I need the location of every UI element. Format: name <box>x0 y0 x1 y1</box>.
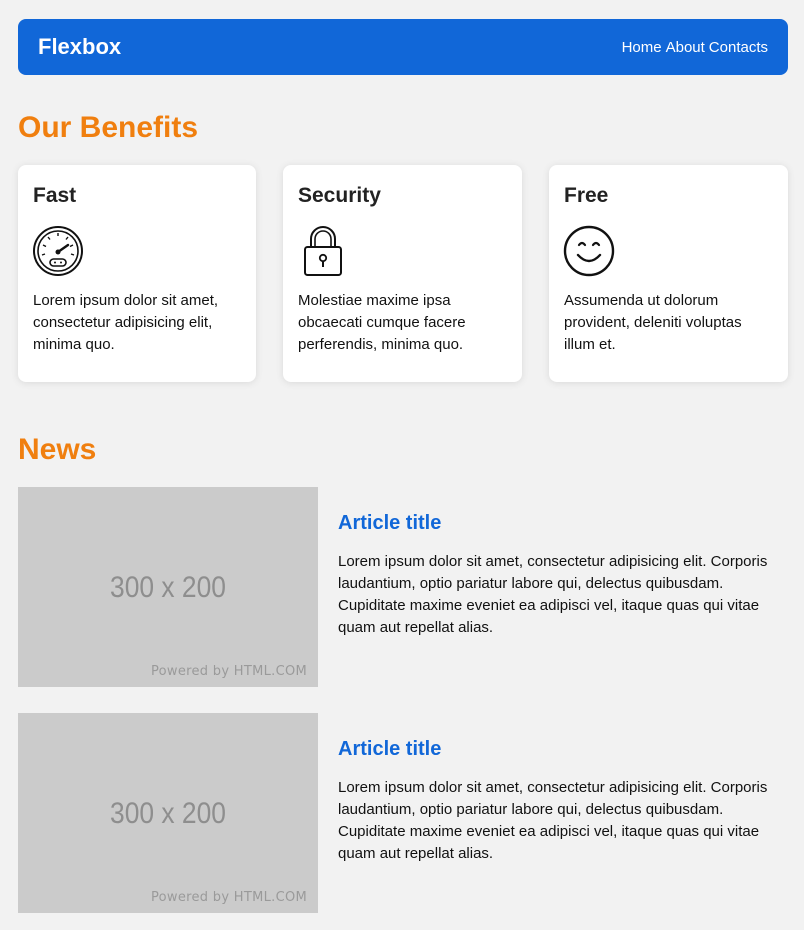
padlock-icon <box>304 226 342 276</box>
smiley-icon <box>563 225 615 277</box>
page: Flexbox Home About Contacts Our Benefits… <box>0 0 804 930</box>
image-placeholder-size: 300 x 200 <box>110 797 226 830</box>
benefit-card-text: Assumenda ut dolorum provident, deleniti… <box>564 292 742 353</box>
nav-contacts-link[interactable]: Contacts <box>709 39 768 56</box>
main-nav: Home About Contacts <box>622 39 768 56</box>
article-body: Article title Lorem ipsum dolor sit amet… <box>338 511 778 639</box>
article-text: Lorem ipsum dolor sit amet, consectetur … <box>338 553 768 636</box>
benefit-card-text: Lorem ipsum dolor sit amet, consectetur … <box>33 292 219 353</box>
benefit-card-fast: Fast Lorem ipsum dolor sit amet, consect… <box>18 165 256 382</box>
news-title: News <box>18 433 97 466</box>
site-header: Flexbox Home About Contacts <box>18 19 788 75</box>
benefit-card-title: Fast <box>33 184 77 207</box>
benefit-card-security: Security Molestiae maxime ipsa obcaecati… <box>283 165 522 382</box>
benefit-card-title: Free <box>564 184 609 207</box>
article-image[interactable]: 300 x 200 Powered by HTML.COM <box>18 487 318 687</box>
image-credit: Powered by HTML.COM <box>150 890 307 905</box>
benefits-title: Our Benefits <box>18 111 199 144</box>
article-body: Article title Lorem ipsum dolor sit amet… <box>338 737 778 865</box>
article-title[interactable]: Article title <box>338 511 778 535</box>
article-title[interactable]: Article title <box>338 737 778 761</box>
benefit-card-title: Security <box>298 184 381 207</box>
speedometer-icon <box>33 226 83 276</box>
benefit-card-text: Molestiae maxime ipsa obcaecati cumque f… <box>298 292 466 353</box>
article-text: Lorem ipsum dolor sit amet, consectetur … <box>338 779 768 862</box>
image-credit: Powered by HTML.COM <box>150 664 307 679</box>
benefit-card-free: Free Assumenda ut dolorum provident, del… <box>549 165 788 382</box>
nav-about-link[interactable]: About <box>666 39 705 56</box>
logo[interactable]: Flexbox <box>38 34 121 60</box>
article-image[interactable]: 300 x 200 Powered by HTML.COM <box>18 713 318 913</box>
nav-home-link[interactable]: Home <box>622 39 662 56</box>
image-placeholder-size: 300 x 200 <box>110 571 226 604</box>
